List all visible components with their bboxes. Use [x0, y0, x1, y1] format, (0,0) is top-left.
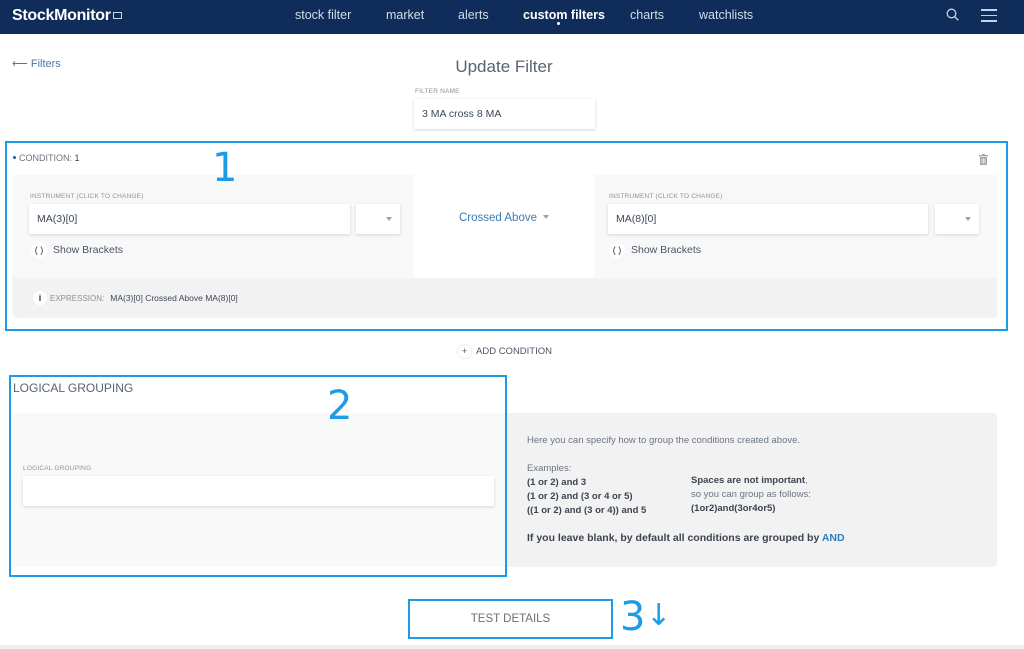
spaces-example: (1or2)and(3or4or5) [691, 503, 776, 514]
default-operator: AND [821, 532, 845, 544]
top-navigation-bar: StockMonitor stock filter market alerts … [0, 0, 1024, 34]
arrow-down-icon: ↓ [646, 598, 672, 633]
example-2: (1 or 2) and (3 or 4 or 5) [527, 491, 633, 502]
active-nav-indicator [557, 22, 560, 25]
monitor-icon [112, 12, 122, 19]
add-condition-button[interactable]: + ADD CONDITION [458, 345, 552, 358]
nav-alerts[interactable]: alerts [458, 8, 489, 22]
example-3: ((1 or 2) and (3 or 4)) and 5 [527, 505, 647, 516]
page-title: Update Filter [455, 57, 553, 76]
nav-watchlists[interactable]: watchlists [699, 8, 753, 22]
logo[interactable]: StockMonitor [12, 7, 122, 25]
bottom-divider [0, 645, 1024, 649]
logo-text: StockMonitor [12, 7, 111, 24]
plus-icon: + [458, 345, 471, 358]
hamburger-menu-icon[interactable] [981, 9, 997, 22]
search-icon[interactable] [946, 8, 959, 21]
nav-charts[interactable]: charts [630, 8, 664, 22]
test-details-button[interactable]: TEST DETAILS [408, 599, 613, 639]
filter-name-label: FILTER NAME [415, 88, 460, 95]
annotation-number-2: 2 [327, 383, 353, 429]
nav-custom-filters[interactable]: custom filters [523, 8, 605, 22]
default-grouping-note: If you leave blank, by default all condi… [527, 532, 845, 544]
annotation-number-3: 3 [620, 594, 646, 640]
spaces-line: so you can group as follows: [691, 489, 811, 500]
filter-name-input[interactable]: 3 MA cross 8 MA [414, 99, 595, 129]
nav-market[interactable]: market [386, 8, 424, 22]
examples-label: Examples: [527, 463, 572, 474]
annotation-box-1 [5, 141, 1008, 331]
example-1: (1 or 2) and 3 [527, 477, 587, 488]
spaces-title: Spaces are not important, [691, 475, 808, 486]
grouping-help-intro: Here you can specify how to group the co… [527, 435, 801, 446]
add-condition-label: ADD CONDITION [476, 346, 552, 357]
nav-stock-filter[interactable]: stock filter [295, 8, 351, 22]
annotation-number-1: 1 [212, 145, 238, 191]
annotation-box-2 [9, 375, 507, 577]
